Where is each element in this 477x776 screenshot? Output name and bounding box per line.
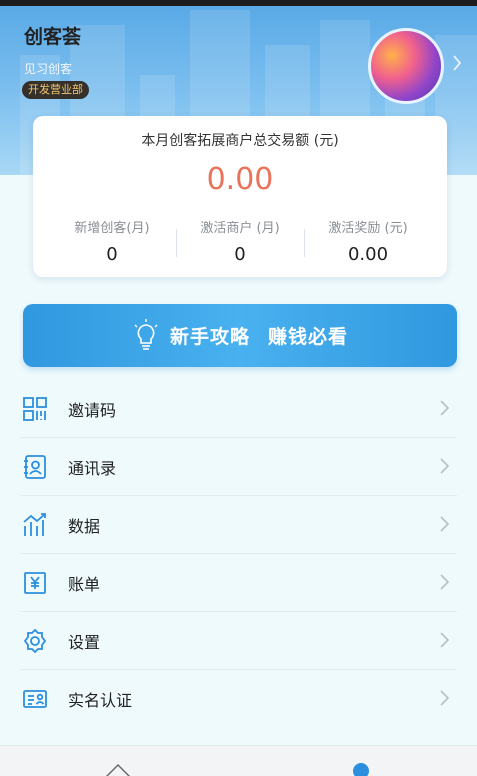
chevron-right-icon: [440, 574, 450, 590]
total-amount: 0.00: [206, 162, 274, 197]
contacts-icon: [20, 452, 50, 482]
menu-item-data[interactable]: 数据: [20, 496, 457, 554]
bill-icon: [20, 568, 50, 598]
profile-tab-icon[interactable]: [353, 763, 369, 776]
beginner-guide-banner[interactable]: 新手攻略 赚钱必看: [23, 304, 457, 367]
menu-item-contacts[interactable]: 通讯录: [20, 438, 457, 496]
stat-label: 激活商户 (月): [200, 221, 280, 236]
qr-code-icon: [20, 394, 50, 424]
stat-new-makers: 新增创客(月) 0: [43, 217, 181, 265]
user-role: 见习创客: [24, 62, 73, 76]
menu-list: 邀请码 通讯录 数据 账单 设置 实名认证: [20, 380, 457, 728]
bottom-tab-bar: [0, 745, 477, 776]
lightbulb-icon: [134, 318, 158, 350]
gear-icon: [20, 626, 50, 656]
home-tab-icon-inner: [106, 766, 130, 776]
stat-activation-reward: 激活奖励 (元) 0.00: [299, 217, 437, 265]
stat-label: 激活奖励 (元): [328, 221, 408, 236]
chart-icon: [20, 510, 50, 540]
menu-item-bills[interactable]: 账单: [20, 554, 457, 612]
chevron-right-icon: [440, 690, 450, 706]
chevron-right-icon: [440, 400, 450, 416]
department-badge: 开发营业部: [22, 81, 89, 99]
menu-item-invite-code[interactable]: 邀请码: [20, 380, 457, 438]
menu-label: 账单: [68, 574, 101, 594]
chevron-right-icon: [440, 516, 450, 532]
stat-value: 0.00: [347, 244, 389, 265]
chevron-right-icon: [440, 632, 450, 648]
stat-value: 0: [234, 244, 246, 265]
menu-item-verification[interactable]: 实名认证: [20, 670, 457, 728]
stats-card: 本月创客拓展商户总交易额 (元) 0.00 新增创客(月) 0 激活商户 (月)…: [33, 116, 447, 277]
profile-chevron-icon[interactable]: [452, 54, 462, 77]
menu-item-settings[interactable]: 设置: [20, 612, 457, 670]
chevron-right-icon: [440, 458, 450, 474]
avatar[interactable]: [368, 28, 444, 104]
menu-label: 数据: [68, 516, 101, 536]
stat-activated-merchants: 激活商户 (月) 0: [171, 217, 309, 265]
menu-label: 通讯录: [68, 458, 117, 478]
menu-label: 实名认证: [68, 691, 133, 710]
app-name: 创客荟: [24, 26, 82, 48]
banner-text-primary: 新手攻略: [169, 326, 250, 348]
stat-label: 新增创客(月): [74, 221, 150, 236]
status-bar: [0, 0, 477, 6]
id-card-icon: [20, 684, 50, 714]
banner-text-secondary: 赚钱必看: [268, 326, 349, 348]
stats-title: 本月创客拓展商户总交易额 (元): [141, 133, 339, 149]
menu-label: 邀请码: [68, 400, 117, 420]
menu-label: 设置: [68, 632, 101, 652]
stat-value: 0: [106, 244, 118, 265]
